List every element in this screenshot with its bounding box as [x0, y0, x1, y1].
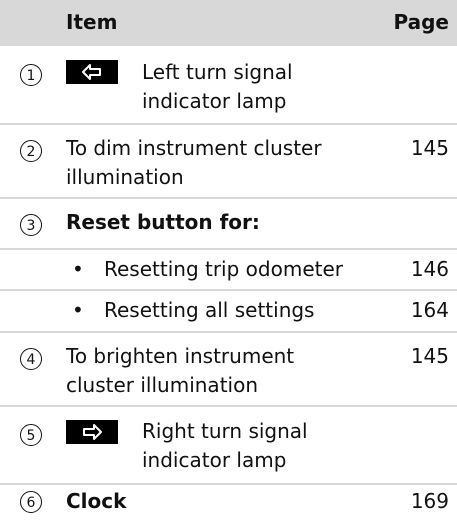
bullet: •: [72, 298, 84, 322]
table-row: 2 To dim instrument cluster illumination…: [0, 125, 457, 197]
table-row: • Resetting trip odometer 146: [0, 250, 457, 290]
row-label: Right turn signal indicator lamp: [142, 419, 308, 472]
row-number-badge: 2: [20, 140, 42, 162]
row-page: 164: [410, 298, 449, 322]
table-header: Item Page: [0, 0, 457, 46]
column-header-page: Page: [393, 10, 450, 34]
row-number-badge: 3: [20, 214, 42, 236]
table-row: 1 Left turn signal indicator lamp: [0, 46, 457, 126]
column-header-item: Item: [66, 10, 118, 34]
table-row: 4 To brighten instrument cluster illumin…: [0, 333, 457, 405]
row-label: Resetting all settings: [104, 298, 315, 322]
row-page: 145: [410, 136, 449, 160]
bullet: •: [72, 257, 84, 281]
row-number-badge: 6: [20, 491, 42, 513]
row-label: Clock: [66, 489, 127, 513]
row-page: 169: [410, 489, 449, 513]
row-label: Left turn signal indicator lamp: [142, 60, 293, 113]
row-label: To dim instrument cluster illumination: [66, 136, 322, 189]
table-row: 6 Clock 169: [0, 485, 457, 520]
table-row: 3 Reset button for:: [0, 199, 457, 247]
row-label: Reset button for:: [66, 210, 260, 234]
row-page: 146: [410, 257, 449, 281]
left-turn-arrow-icon: [66, 60, 118, 84]
row-number-badge: 1: [20, 64, 42, 86]
row-number-badge: 4: [20, 348, 42, 370]
row-page: 145: [410, 344, 449, 368]
row-label: To brighten instrument cluster illuminat…: [66, 344, 295, 397]
row-label: Resetting trip odometer: [104, 257, 343, 281]
table-row: • Resetting all settings 164: [0, 291, 457, 331]
right-turn-arrow-icon: [66, 420, 118, 444]
row-number-badge: 5: [20, 424, 42, 446]
table-row: 5 Right turn signal indicator lamp: [0, 407, 457, 483]
